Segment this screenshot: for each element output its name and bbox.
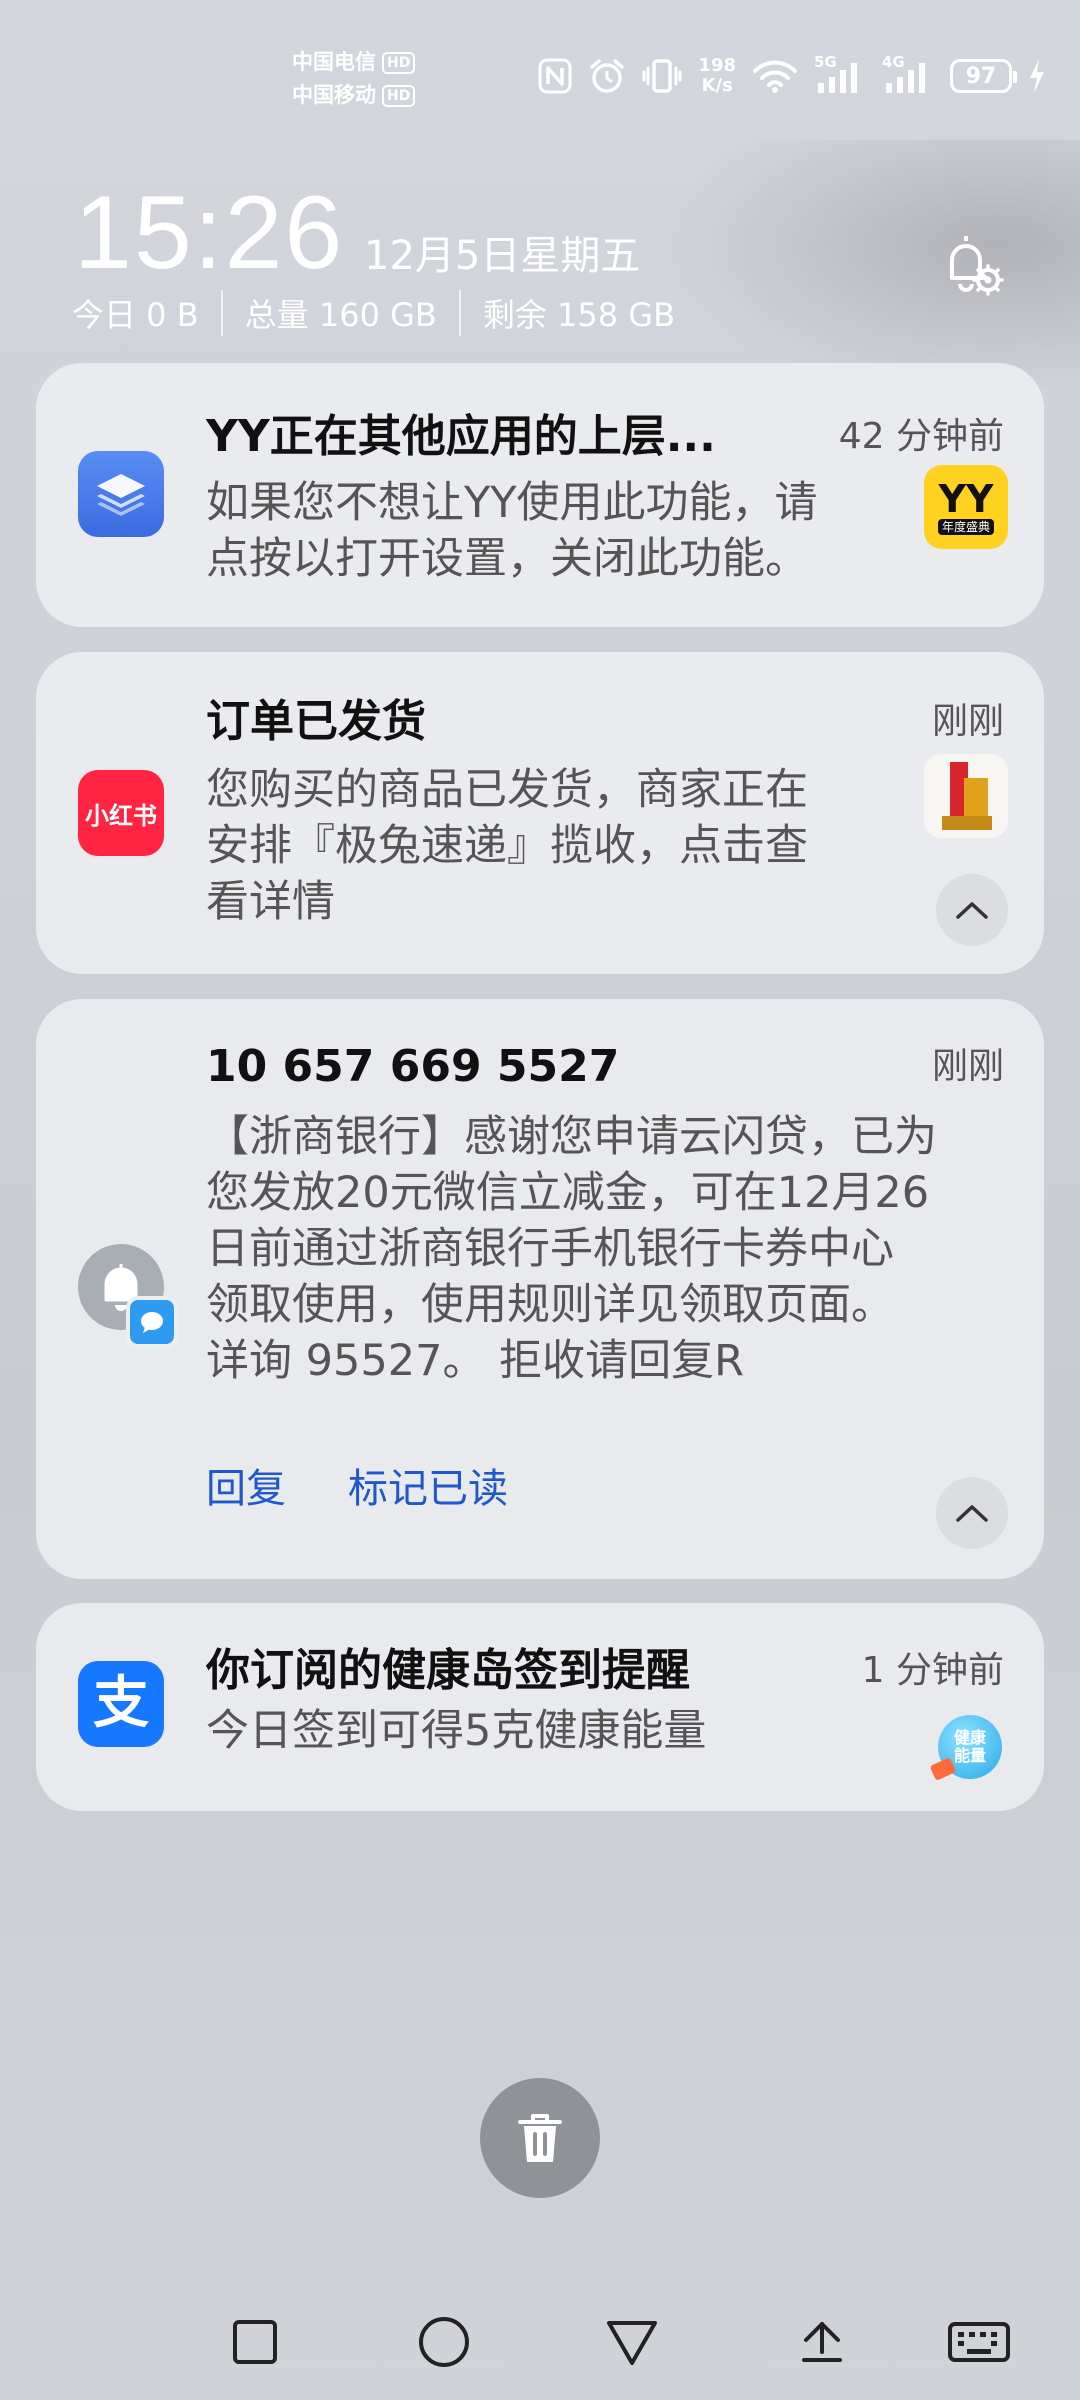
storage-today: 今日 0 B [72, 296, 199, 334]
notification-body-line: 点按以打开设置，关闭此功能。 [206, 534, 808, 584]
notification-card-alipay[interactable]: 支 你订阅的健康岛签到提醒 1 分钟前 今日签到可得5克健康能量 健康 能量 [36, 1603, 1044, 1811]
notification-body-line: 如果您不想让YY使用此功能，请 [206, 478, 818, 528]
nfc-icon [538, 58, 572, 94]
status-bar: 中国电信 HD 中国移动 HD 198 K/s 5G 4G 97 [0, 0, 1080, 150]
divider [458, 290, 461, 336]
carrier-info: 中国电信 HD 中国移动 HD [292, 46, 416, 112]
trash-icon [518, 2114, 562, 2162]
notification-card-xiaohongshu[interactable]: 小红书 订单已发货 刚刚 您购买的商品已发货，商家正在 安排『极兔速递』揽收，点… [36, 652, 1044, 974]
speed-unit: K/s [701, 75, 733, 96]
storage-summary: 今日 0 B 总量 160 GB 剩余 158 GB [72, 290, 675, 336]
collapse-button[interactable] [936, 1477, 1008, 1549]
notification-time: 刚刚 [931, 1046, 1004, 1087]
notification-body: 如果您不想让YY使用此功能，请 点按以打开设置，关闭此功能。 [206, 475, 818, 587]
notification-body-line: 您发放20元微信立减金，可在12月26 [206, 1168, 930, 1218]
notification-body-line: 【浙商银行】感谢您申请云闪贷，已为 [206, 1112, 937, 1162]
notification-body: 【浙商银行】感谢您申请云闪贷，已为 您发放20元微信立减金，可在12月26 日前… [206, 1109, 937, 1389]
alarm-icon [588, 57, 626, 95]
message-badge-icon [126, 1296, 178, 1348]
vibrate-icon [642, 58, 682, 94]
notification-time: 42 分钟前 [838, 416, 1004, 457]
notification-settings-icon[interactable] [936, 230, 1006, 300]
xiaohongshu-icon: 小红书 [78, 770, 164, 856]
status-icons: 198 K/s 5G 4G 97 [538, 53, 1046, 96]
yy-thumb-caption: 年度盛典 [937, 519, 994, 535]
notification-card-sms[interactable]: 10 657 669 5527 刚刚 【浙商银行】感谢您申请云闪贷，已为 您发放… [36, 999, 1044, 1579]
carrier-1-name: 中国电信 [292, 50, 376, 74]
health-thumb-line-2: 能量 [953, 1746, 986, 1765]
signal-5g-icon: 5G [814, 53, 866, 95]
health-thumb-line-1: 健康 [953, 1728, 986, 1747]
notification-body-line: 日前通过浙商银行手机银行卡券中心 [206, 1224, 894, 1274]
network-speed: 198 K/s [698, 56, 736, 96]
chevron-up-icon [956, 902, 988, 919]
navigation-bar [0, 2300, 1080, 2380]
notification-title: YY正在其他应用的上层... [206, 411, 716, 462]
notification-time: 刚刚 [931, 701, 1004, 742]
notification-time: 1 分钟前 [861, 1650, 1004, 1691]
reply-button[interactable]: 回复 [206, 1464, 286, 1514]
home-icon[interactable] [412, 2314, 476, 2370]
wifi-icon [752, 59, 798, 93]
carrier-row-1: 中国电信 HD [292, 46, 416, 79]
notification-body-line: 详询 95527。 拒收请回复R [206, 1336, 745, 1386]
storage-free: 剩余 158 GB [482, 296, 676, 334]
clock-date: 12月5日星期五 [364, 233, 641, 279]
divider [220, 290, 223, 336]
recent-apps-icon[interactable] [223, 2314, 287, 2370]
hd-badge: HD [382, 84, 416, 107]
notification-body-line: 您购买的商品已发货，商家正在 [206, 765, 808, 815]
storage-total: 总量 160 GB [244, 296, 437, 334]
mark-read-button[interactable]: 标记已读 [348, 1464, 508, 1514]
notification-body-line: 安排『极兔速递』揽收，点击查 [206, 821, 808, 871]
pin-icon[interactable] [790, 2314, 854, 2370]
product-thumbnail [924, 754, 1008, 838]
carrier-2-name: 中国移动 [292, 83, 376, 107]
battery-level: 97 [965, 63, 997, 89]
overlay-layers-icon [78, 451, 164, 537]
app-icon-label: 小红书 [85, 801, 157, 830]
signal-4g-icon: 4G [882, 53, 934, 95]
battery-icon: 97 [950, 59, 1017, 93]
notification-title: 你订阅的健康岛签到提醒 [206, 1645, 690, 1696]
collapse-button[interactable] [936, 874, 1008, 946]
notification-body-line: 今日签到可得5克健康能量 [206, 1706, 707, 1756]
hd-badge: HD [382, 51, 416, 74]
background-glow [660, 140, 1080, 400]
carrier-row-2: 中国移动 HD [292, 79, 416, 112]
notification-title: 订单已发货 [206, 696, 426, 747]
notification-body: 您购买的商品已发货，商家正在 安排『极兔速递』揽收，点击查 看详情 [206, 762, 808, 930]
notification-body: 今日签到可得5克健康能量 [206, 1703, 706, 1759]
app-icon-label: 支 [93, 1671, 149, 1736]
notification-body-line: 看详情 [206, 877, 335, 927]
notification-card-yy[interactable]: YY正在其他应用的上层... 42 分钟前 如果您不想让YY使用此功能，请 点按… [36, 363, 1044, 627]
chevron-up-icon [956, 1505, 988, 1522]
speed-value: 198 [698, 55, 736, 76]
messages-bell-icon [78, 1244, 178, 1348]
yy-thumb-logo: YY [938, 477, 994, 521]
charging-icon [1028, 58, 1046, 94]
back-icon[interactable] [600, 2314, 664, 2370]
keyboard-icon[interactable] [944, 2314, 1014, 2370]
notification-title: 10 657 669 5527 [206, 1041, 620, 1092]
yy-thumbnail: YY 年度盛典 [924, 465, 1008, 549]
clock-time: 15:26 [74, 175, 345, 291]
alipay-icon: 支 [78, 1661, 164, 1747]
clear-all-button[interactable] [480, 2078, 600, 2198]
notification-body-line: 领取使用，使用规则详见领取页面。 [206, 1280, 894, 1330]
health-energy-thumbnail: 健康 能量 [929, 1715, 1004, 1787]
